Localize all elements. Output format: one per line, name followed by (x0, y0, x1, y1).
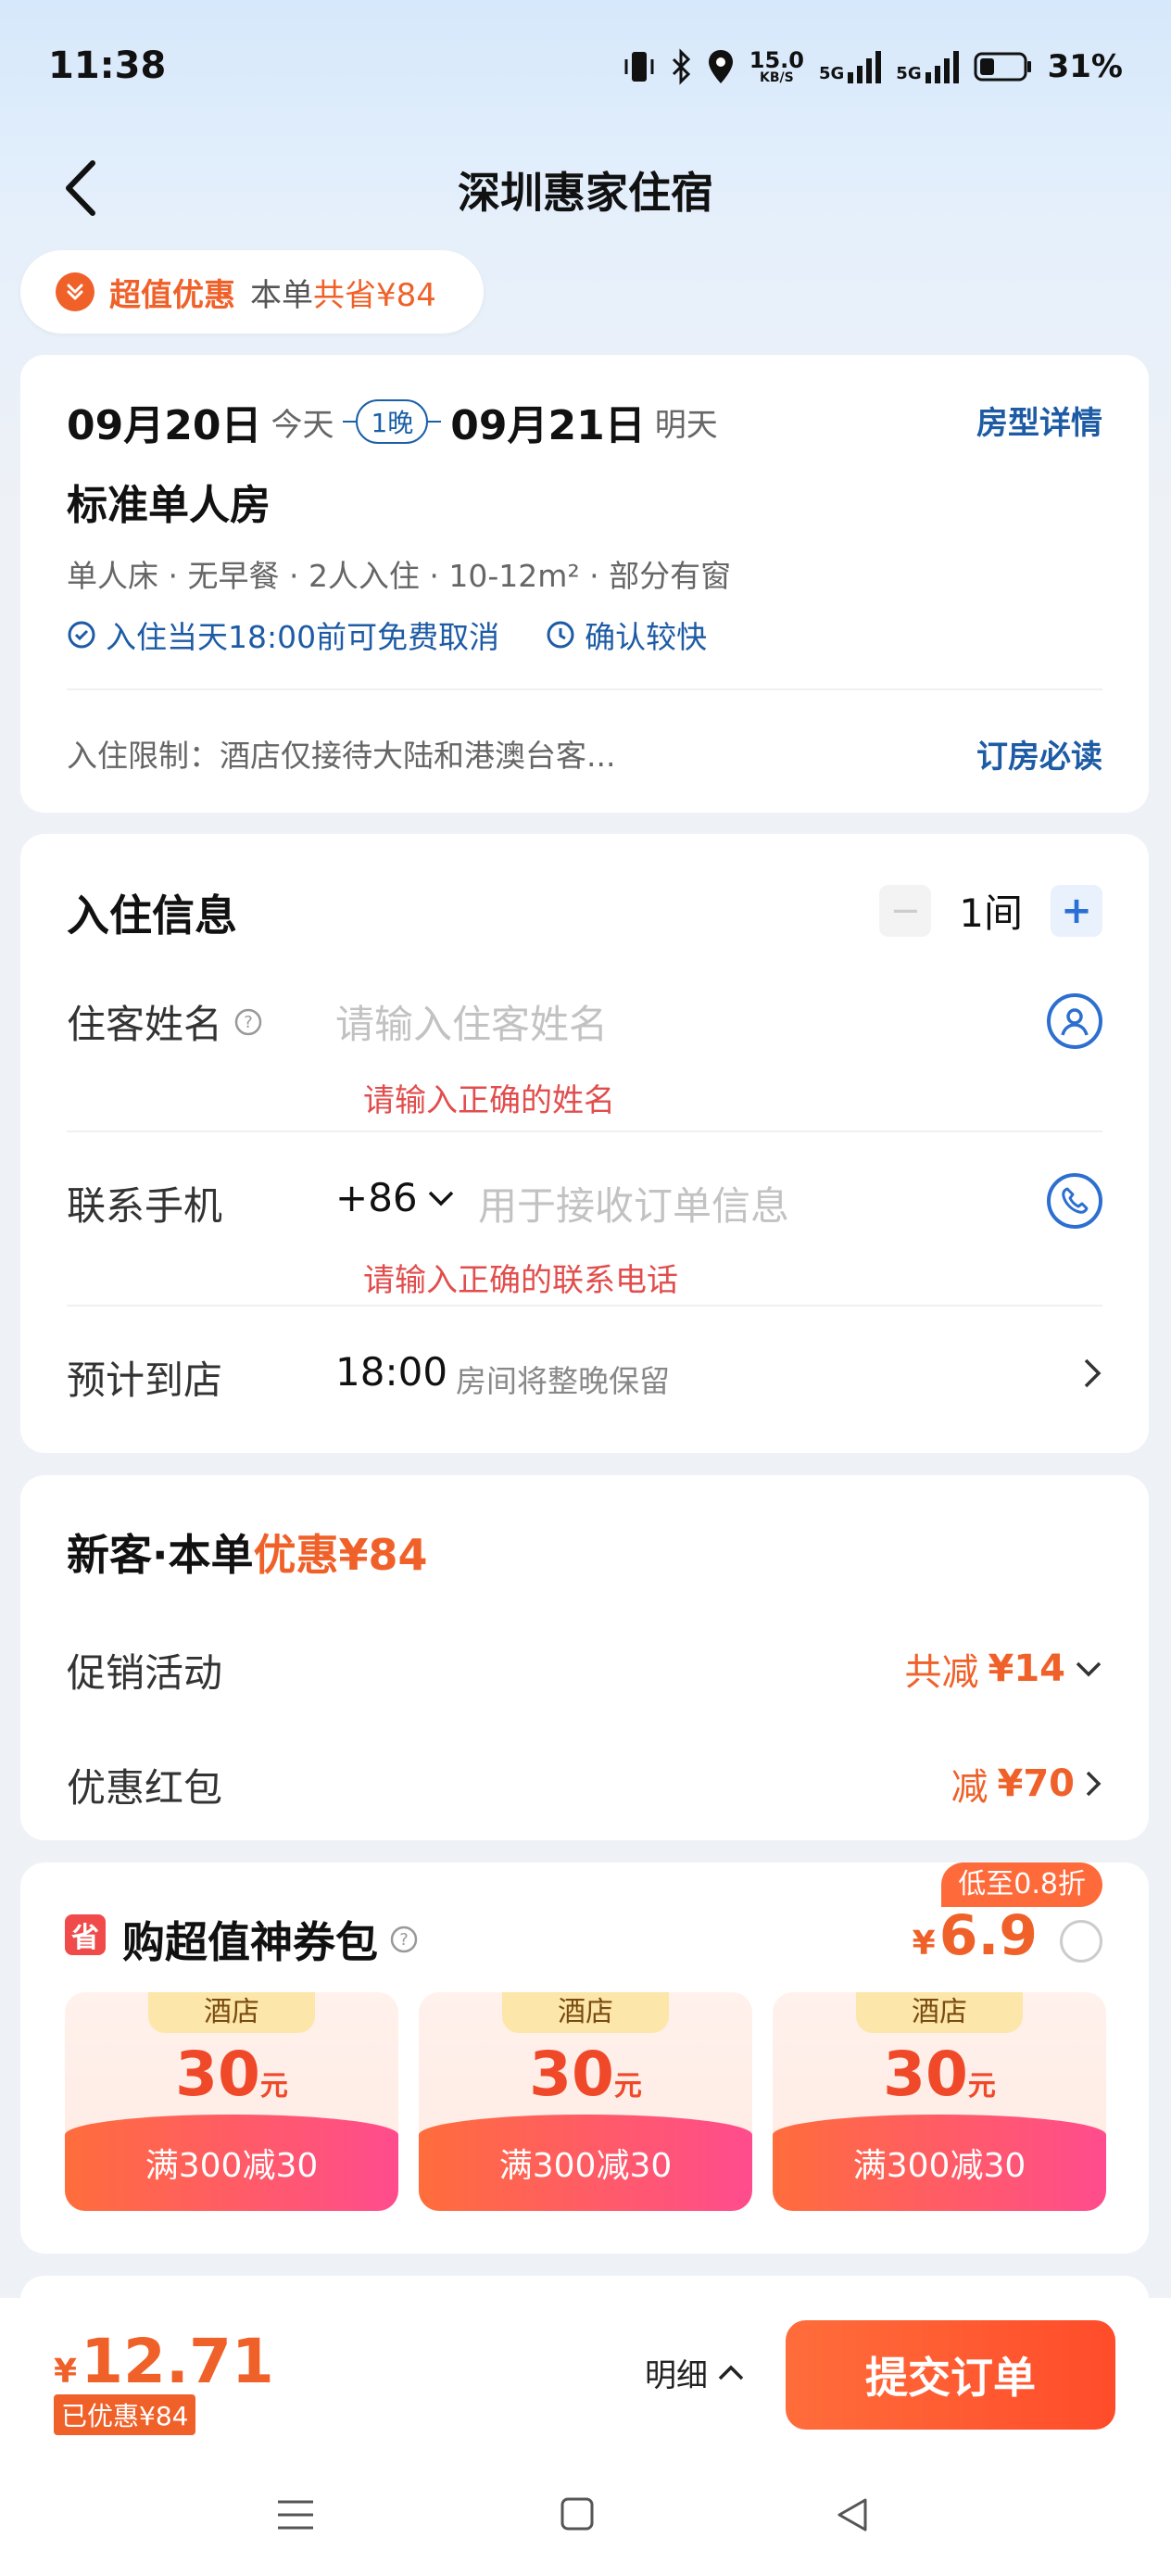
coupon-pack-card: 省 购超值神券包 ? 低至0.8折 ¥ 6.9 酒店 30元 满300减30 酒… (20, 1863, 1149, 2254)
discount-title: 新客·本单优惠¥84 (67, 1530, 428, 1580)
must-read-link[interactable]: 订房必读 (976, 731, 1102, 777)
clock-icon (547, 621, 574, 649)
status-time: 11:38 (48, 44, 167, 87)
total-price: ¥ 12.71 (54, 2326, 274, 2397)
checkout-day: 明天 (654, 406, 718, 444)
chevron-right-icon (1084, 1358, 1102, 1388)
checkout-date: 09月21日 (450, 402, 646, 449)
arrival-label: 预计到店 (67, 1357, 223, 1403)
discount-card: 新客·本单优惠¥84 促销活动 共减 ¥14 优惠红包 减 ¥70 (20, 1475, 1149, 1840)
battery-icon (974, 51, 1033, 82)
page-title: 深圳惠家住宿 (458, 168, 713, 218)
checkin-section-title: 入住信息 (67, 890, 237, 941)
chevron-up-icon (718, 2365, 744, 2380)
help-icon[interactable]: ? (389, 1925, 419, 1954)
phone-input[interactable]: 用于接收订单信息 (478, 1175, 789, 1231)
promotion-row[interactable]: 促销活动 共减 ¥14 (20, 1614, 1149, 1716)
room-count-stepper: − 1间 + (879, 882, 1102, 939)
room-count: 1间 (959, 890, 1023, 936)
bluetooth-icon (670, 48, 692, 85)
decrease-room-button[interactable]: − (879, 884, 932, 937)
signal-icon-1: 5G (819, 50, 882, 83)
coupon-card: 酒店 30元 满300减30 (65, 1992, 398, 2211)
submit-order-button[interactable]: 提交订单 (786, 2320, 1115, 2430)
booking-summary-card: 09月20日 今天 1晚 09月21日 明天 房型详情 标准单人房 单人床 · … (20, 355, 1149, 813)
contacts-picker-icon[interactable] (1047, 993, 1102, 1049)
chevron-right-icon (1086, 1771, 1102, 1797)
arrival-note: 房间将整晚保留 (456, 1363, 670, 1399)
svg-text:?: ? (399, 1930, 409, 1950)
country-code-select[interactable]: +86 (335, 1175, 455, 1220)
promo-banner[interactable]: 超值优惠 本单 共省¥84 (20, 250, 484, 334)
coupon-pack-checkbox[interactable] (1060, 1920, 1102, 1963)
system-navigation-bar (0, 2456, 1171, 2576)
promotion-label: 促销活动 (67, 1650, 223, 1696)
check-circle-icon (68, 621, 95, 649)
save-badge: 省 (65, 1914, 106, 1955)
divider (67, 1130, 1102, 1132)
promotion-value: 共减 ¥14 (905, 1642, 1103, 1696)
home-icon[interactable] (560, 2496, 595, 2532)
vibrate-icon (623, 48, 655, 85)
status-icons: 15.0 KB/S 5G 5G 31% (623, 48, 1123, 85)
nights-badge: 1晚 (343, 399, 442, 444)
guest-name-input[interactable]: 请输入住客姓名 (335, 993, 608, 1050)
guest-name-label: 住客姓名 ? (67, 993, 263, 1050)
promo-label: 超值优惠 (109, 276, 235, 314)
room-tags: 入住当天18:00前可免费取消 确认较快 (67, 612, 707, 657)
location-icon (707, 48, 735, 85)
room-detail-link[interactable]: 房型详情 (976, 398, 1102, 443)
saved-badge: 已优惠¥84 (54, 2394, 196, 2435)
phone-error: 请输入正确的联系电话 (363, 1262, 678, 1299)
promo-text: 本单 (250, 276, 313, 314)
price-detail-toggle[interactable]: 明细 (645, 2350, 745, 2395)
back-triangle-icon[interactable] (834, 2496, 871, 2533)
redpack-row[interactable]: 优惠红包 减 ¥70 (20, 1725, 1149, 1827)
divider (67, 688, 1102, 690)
coupon-card: 酒店 30元 满300减30 (773, 1992, 1106, 2211)
chevron-down-icon (1076, 1661, 1102, 1677)
guest-name-error: 请输入正确的姓名 (363, 1082, 615, 1119)
quick-confirm-tag: 确认较快 (546, 612, 707, 657)
checkin-restriction: 入住限制：酒店仅接待大陆和港澳台客... (67, 738, 616, 774)
increase-room-button[interactable]: + (1051, 884, 1102, 937)
phone-label: 联系手机 (67, 1183, 223, 1229)
checkin-date: 09月20日 (67, 402, 262, 449)
battery-percent: 31% (1047, 48, 1123, 85)
redpack-label: 优惠红包 (67, 1765, 223, 1811)
chevron-down-icon (428, 1191, 453, 1206)
room-attributes: 单人床 · 无早餐 · 2人入住 · 10-12m² · 部分有窗 (67, 558, 732, 594)
menu-icon[interactable] (276, 2496, 315, 2533)
signal-icon-2: 5G (896, 50, 959, 83)
divider (67, 1305, 1102, 1307)
checkout-footer: ¥ 12.71 已优惠¥84 明细 提交订单 (0, 2298, 1171, 2456)
help-icon[interactable]: ? (233, 1007, 263, 1037)
coupon-pack-price: ¥ 6.9 (912, 1903, 1038, 1968)
download-arrow-icon (56, 272, 94, 311)
checkin-day: 今天 (271, 406, 334, 444)
arrival-time-row[interactable]: 预计到店 18:00 房间将整晚保留 (20, 1325, 1149, 1436)
redpack-value: 减 ¥70 (951, 1757, 1103, 1811)
free-cancel-tag: 入住当天18:00前可免费取消 (67, 612, 499, 657)
stay-dates: 09月20日 今天 1晚 09月21日 明天 (67, 392, 718, 451)
coupon-pack-title: 购超值神券包 ? (122, 1909, 419, 1970)
promo-saving: 共省¥84 (313, 276, 436, 314)
arrival-time: 18:00 (335, 1349, 448, 1395)
checkin-info-card: 入住信息 − 1间 + 住客姓名 ? 请输入住客姓名 请输入正确的姓名 联系手机… (20, 834, 1149, 1453)
room-name: 标准单人房 (67, 482, 271, 529)
net-speed: 15.0 KB/S (749, 47, 804, 85)
coupon-card: 酒店 30元 满300减30 (419, 1992, 752, 2211)
phone-picker-icon[interactable] (1047, 1173, 1102, 1229)
svg-text:?: ? (244, 1013, 253, 1032)
discount-badge: 低至0.8折 (941, 1863, 1102, 1907)
